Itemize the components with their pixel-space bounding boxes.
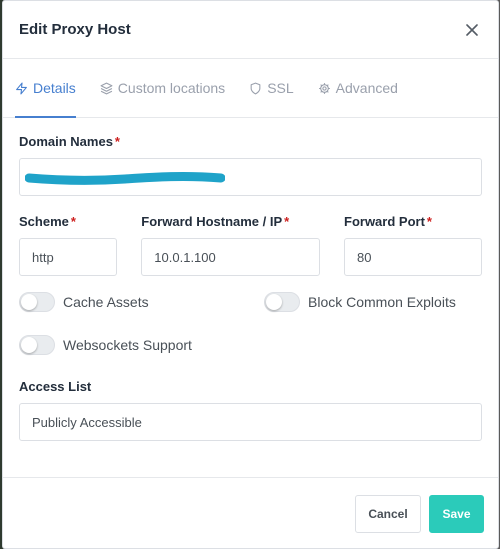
domain-names-label-text: Domain Names [19,134,113,149]
toggle-row-2: Websockets Support [19,335,482,355]
edit-proxy-host-modal: Edit Proxy Host Details Custom locations [2,0,499,549]
websockets-switch[interactable] [19,335,55,355]
websockets-toggle[interactable]: Websockets Support [19,335,192,355]
forward-host-label-text: Forward Hostname / IP [141,214,283,229]
modal-title: Edit Proxy Host [19,21,131,38]
tab-details-label: Details [33,80,76,96]
layers-icon [100,82,113,94]
close-icon [466,23,478,36]
lightning-icon [16,82,27,94]
forward-host-label: Forward Hostname / IP * [141,214,320,229]
block-exploits-switch[interactable] [264,292,300,312]
shield-icon [250,82,261,94]
modal-header: Edit Proxy Host [3,1,498,59]
toggle-row-1: Cache Assets Block Common Exploits [19,292,482,312]
required-mark: * [70,214,76,229]
forward-port-label-text: Forward Port [344,214,425,229]
cache-assets-label: Cache Assets [63,294,149,310]
access-list-group: Access List [19,379,482,441]
required-mark: * [114,134,120,149]
modal-body: Domain Names* Scheme* Forward Hostname /… [3,118,498,441]
domain-names-input[interactable] [19,158,482,196]
modal-footer: Cancel Save [3,477,498,549]
scheme-group: Scheme * [19,214,118,276]
tab-custom-locations-label: Custom locations [117,80,226,96]
block-exploits-label: Block Common Exploits [308,294,456,310]
forward-port-group: Forward Port * [344,214,482,276]
required-mark: * [284,214,290,229]
forward-row: Scheme* Forward Hostname / IP* Forward P… [19,214,482,276]
save-button[interactable]: Save [429,495,484,533]
tab-bar: Details Custom locations SSL Advanced [3,59,498,118]
domain-names-label: Domain Names * [19,134,482,149]
gear-icon [318,82,330,94]
scheme-label: Scheme * [19,214,117,229]
websockets-label: Websockets Support [63,337,192,353]
close-button[interactable] [462,20,482,40]
tab-advanced-label: Advanced [335,80,398,96]
forward-port-input[interactable] [344,238,482,276]
tab-ssl-label: SSL [267,80,294,96]
forward-port-label: Forward Port * [344,214,482,229]
tab-custom-locations[interactable]: Custom locations [100,59,225,117]
tab-details[interactable]: Details [15,59,76,118]
tab-ssl[interactable]: SSL [249,59,294,117]
forward-host-group: Forward Hostname / IP * [141,214,320,276]
access-list-select[interactable] [19,403,482,441]
domain-names-wrapper [19,158,482,196]
forward-host-input[interactable] [141,238,320,276]
access-list-label: Access List [19,379,92,394]
scheme-input[interactable] [19,238,118,276]
required-mark: * [426,214,432,229]
cancel-button[interactable]: Cancel [355,495,421,533]
cache-assets-toggle[interactable]: Cache Assets [19,292,264,312]
scheme-label-text: Scheme [19,214,69,229]
block-exploits-toggle[interactable]: Block Common Exploits [264,292,456,312]
tab-advanced[interactable]: Advanced [318,59,398,117]
cache-assets-switch[interactable] [19,292,55,312]
